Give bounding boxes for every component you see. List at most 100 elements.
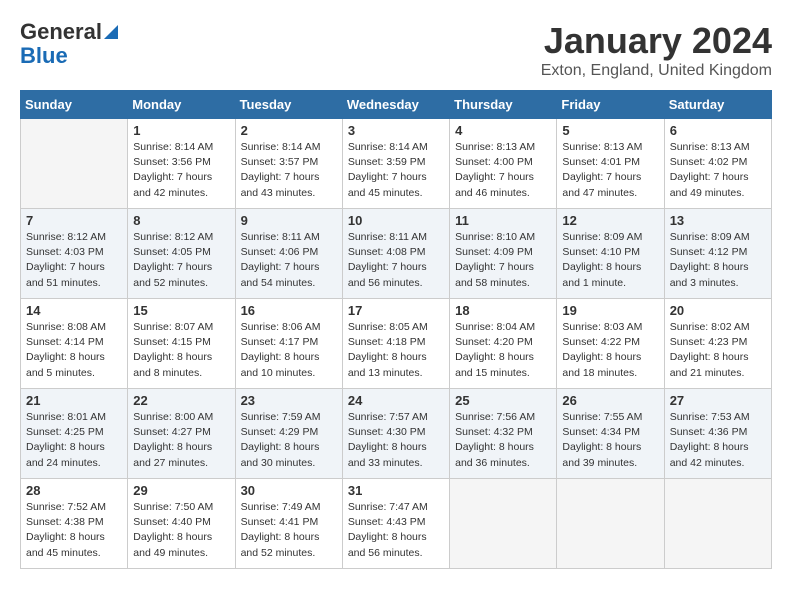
calendar-cell: 5Sunrise: 8:13 AMSunset: 4:01 PMDaylight… bbox=[557, 119, 664, 209]
day-info: Sunrise: 8:14 AMSunset: 3:57 PMDaylight:… bbox=[241, 140, 337, 201]
day-info: Sunrise: 8:08 AMSunset: 4:14 PMDaylight:… bbox=[26, 320, 122, 381]
weekday-header-row: SundayMondayTuesdayWednesdayThursdayFrid… bbox=[21, 91, 772, 119]
calendar-cell: 1 Sunrise: 8:14 AMSunset: 3:56 PMDaylight… bbox=[128, 119, 235, 209]
day-number: 27 bbox=[670, 393, 766, 408]
week-row-2: 7 Sunrise: 8:12 AMSunset: 4:03 PMDaylight… bbox=[21, 209, 772, 299]
day-info: Sunrise: 8:14 AMSunset: 3:56 PMDaylight:… bbox=[133, 140, 229, 201]
day-number: 25 bbox=[455, 393, 551, 408]
calendar-cell: 4 Sunrise: 8:13 AMSunset: 4:00 PMDaylight… bbox=[450, 119, 557, 209]
logo-arrow-icon bbox=[104, 25, 118, 39]
day-info: Sunrise: 8:09 AMSunset: 4:10 PMDaylight:… bbox=[562, 230, 658, 291]
day-number: 28 bbox=[26, 483, 122, 498]
calendar-cell: 15Sunrise: 8:07 AMSunset: 4:15 PMDayligh… bbox=[128, 299, 235, 389]
day-number: 30 bbox=[241, 483, 337, 498]
calendar-cell: 25 Sunrise: 7:56 AMSunset: 4:32 PMDayligh… bbox=[450, 389, 557, 479]
calendar-cell bbox=[557, 479, 664, 569]
day-info: Sunrise: 8:13 AMSunset: 4:02 PMDaylight:… bbox=[670, 140, 766, 201]
calendar-cell: 20 Sunrise: 8:02 AMSunset: 4:23 PMDayligh… bbox=[664, 299, 771, 389]
day-info: Sunrise: 8:13 AMSunset: 4:00 PMDaylight:… bbox=[455, 140, 551, 201]
calendar-cell: 11Sunrise: 8:10 AMSunset: 4:09 PMDayligh… bbox=[450, 209, 557, 299]
day-info: Sunrise: 8:05 AMSunset: 4:18 PMDaylight:… bbox=[348, 320, 444, 381]
week-row-3: 14 Sunrise: 8:08 AMSunset: 4:14 PMDayligh… bbox=[21, 299, 772, 389]
day-info: Sunrise: 8:07 AMSunset: 4:15 PMDaylight:… bbox=[133, 320, 229, 381]
calendar-cell: 31 Sunrise: 7:47 AMSunset: 4:43 PMDayligh… bbox=[342, 479, 449, 569]
logo-text-blue: Blue bbox=[20, 44, 68, 68]
calendar-cell: 12 Sunrise: 8:09 AMSunset: 4:10 PMDayligh… bbox=[557, 209, 664, 299]
weekday-header-wednesday: Wednesday bbox=[342, 91, 449, 119]
day-number: 20 bbox=[670, 303, 766, 318]
day-number: 4 bbox=[455, 123, 551, 138]
day-number: 9 bbox=[241, 213, 337, 228]
calendar-cell: 18 Sunrise: 8:04 AMSunset: 4:20 PMDayligh… bbox=[450, 299, 557, 389]
calendar-cell: 27 Sunrise: 7:53 AMSunset: 4:36 PMDayligh… bbox=[664, 389, 771, 479]
day-info: Sunrise: 8:00 AMSunset: 4:27 PMDaylight:… bbox=[133, 410, 229, 471]
weekday-header-saturday: Saturday bbox=[664, 91, 771, 119]
day-number: 6 bbox=[670, 123, 766, 138]
day-info: Sunrise: 8:01 AMSunset: 4:25 PMDaylight:… bbox=[26, 410, 122, 471]
day-number: 12 bbox=[562, 213, 658, 228]
day-info: Sunrise: 8:10 AMSunset: 4:09 PMDaylight:… bbox=[455, 230, 551, 291]
month-title: January 2024 bbox=[541, 20, 772, 62]
calendar-cell: 3 Sunrise: 8:14 AMSunset: 3:59 PMDaylight… bbox=[342, 119, 449, 209]
day-info: Sunrise: 8:11 AMSunset: 4:06 PMDaylight:… bbox=[241, 230, 337, 291]
calendar-table: SundayMondayTuesdayWednesdayThursdayFrid… bbox=[20, 90, 772, 569]
day-info: Sunrise: 8:09 AMSunset: 4:12 PMDaylight:… bbox=[670, 230, 766, 291]
day-info: Sunrise: 8:14 AMSunset: 3:59 PMDaylight:… bbox=[348, 140, 444, 201]
logo-text-general: General bbox=[20, 20, 102, 44]
day-info: Sunrise: 7:50 AMSunset: 4:40 PMDaylight:… bbox=[133, 500, 229, 561]
logo: General Blue bbox=[20, 20, 118, 68]
calendar-cell bbox=[450, 479, 557, 569]
day-number: 7 bbox=[26, 213, 122, 228]
day-info: Sunrise: 8:12 AMSunset: 4:03 PMDaylight:… bbox=[26, 230, 122, 291]
day-info: Sunrise: 7:56 AMSunset: 4:32 PMDaylight:… bbox=[455, 410, 551, 471]
day-info: Sunrise: 7:53 AMSunset: 4:36 PMDaylight:… bbox=[670, 410, 766, 471]
day-number: 1 bbox=[133, 123, 229, 138]
week-row-4: 21 Sunrise: 8:01 AMSunset: 4:25 PMDayligh… bbox=[21, 389, 772, 479]
week-row-1: 1 Sunrise: 8:14 AMSunset: 3:56 PMDaylight… bbox=[21, 119, 772, 209]
weekday-header-sunday: Sunday bbox=[21, 91, 128, 119]
day-number: 29 bbox=[133, 483, 229, 498]
day-info: Sunrise: 7:55 AMSunset: 4:34 PMDaylight:… bbox=[562, 410, 658, 471]
title-area: January 2024 Exton, England, United King… bbox=[541, 20, 772, 80]
day-number: 23 bbox=[241, 393, 337, 408]
calendar-cell: 6 Sunrise: 8:13 AMSunset: 4:02 PMDaylight… bbox=[664, 119, 771, 209]
calendar-cell: 29 Sunrise: 7:50 AMSunset: 4:40 PMDayligh… bbox=[128, 479, 235, 569]
day-number: 21 bbox=[26, 393, 122, 408]
calendar-cell: 19Sunrise: 8:03 AMSunset: 4:22 PMDayligh… bbox=[557, 299, 664, 389]
day-number: 14 bbox=[26, 303, 122, 318]
day-number: 8 bbox=[133, 213, 229, 228]
week-row-5: 28Sunrise: 7:52 AMSunset: 4:38 PMDayligh… bbox=[21, 479, 772, 569]
calendar-body: 1 Sunrise: 8:14 AMSunset: 3:56 PMDaylight… bbox=[21, 119, 772, 569]
day-info: Sunrise: 7:57 AMSunset: 4:30 PMDaylight:… bbox=[348, 410, 444, 471]
calendar-cell: 26Sunrise: 7:55 AMSunset: 4:34 PMDayligh… bbox=[557, 389, 664, 479]
calendar-cell: 10 Sunrise: 8:11 AMSunset: 4:08 PMDayligh… bbox=[342, 209, 449, 299]
day-info: Sunrise: 8:06 AMSunset: 4:17 PMDaylight:… bbox=[241, 320, 337, 381]
weekday-header-tuesday: Tuesday bbox=[235, 91, 342, 119]
day-number: 24 bbox=[348, 393, 444, 408]
day-number: 2 bbox=[241, 123, 337, 138]
day-number: 31 bbox=[348, 483, 444, 498]
day-number: 3 bbox=[348, 123, 444, 138]
calendar-cell: 21 Sunrise: 8:01 AMSunset: 4:25 PMDayligh… bbox=[21, 389, 128, 479]
day-info: Sunrise: 7:47 AMSunset: 4:43 PMDaylight:… bbox=[348, 500, 444, 561]
calendar-cell: 13 Sunrise: 8:09 AMSunset: 4:12 PMDayligh… bbox=[664, 209, 771, 299]
day-info: Sunrise: 8:02 AMSunset: 4:23 PMDaylight:… bbox=[670, 320, 766, 381]
calendar-cell: 9 Sunrise: 8:11 AMSunset: 4:06 PMDaylight… bbox=[235, 209, 342, 299]
calendar-cell: 28Sunrise: 7:52 AMSunset: 4:38 PMDayligh… bbox=[21, 479, 128, 569]
day-number: 10 bbox=[348, 213, 444, 228]
day-number: 17 bbox=[348, 303, 444, 318]
calendar-cell: 8 Sunrise: 8:12 AMSunset: 4:05 PMDaylight… bbox=[128, 209, 235, 299]
day-number: 16 bbox=[241, 303, 337, 318]
day-info: Sunrise: 8:04 AMSunset: 4:20 PMDaylight:… bbox=[455, 320, 551, 381]
day-info: Sunrise: 8:11 AMSunset: 4:08 PMDaylight:… bbox=[348, 230, 444, 291]
day-info: Sunrise: 7:59 AMSunset: 4:29 PMDaylight:… bbox=[241, 410, 337, 471]
day-number: 13 bbox=[670, 213, 766, 228]
day-info: Sunrise: 8:12 AMSunset: 4:05 PMDaylight:… bbox=[133, 230, 229, 291]
day-info: Sunrise: 7:49 AMSunset: 4:41 PMDaylight:… bbox=[241, 500, 337, 561]
calendar-cell bbox=[21, 119, 128, 209]
day-info: Sunrise: 8:13 AMSunset: 4:01 PMDaylight:… bbox=[562, 140, 658, 201]
day-number: 18 bbox=[455, 303, 551, 318]
location: Exton, England, United Kingdom bbox=[541, 62, 772, 80]
calendar-cell: 16 Sunrise: 8:06 AMSunset: 4:17 PMDayligh… bbox=[235, 299, 342, 389]
calendar-cell: 7 Sunrise: 8:12 AMSunset: 4:03 PMDaylight… bbox=[21, 209, 128, 299]
